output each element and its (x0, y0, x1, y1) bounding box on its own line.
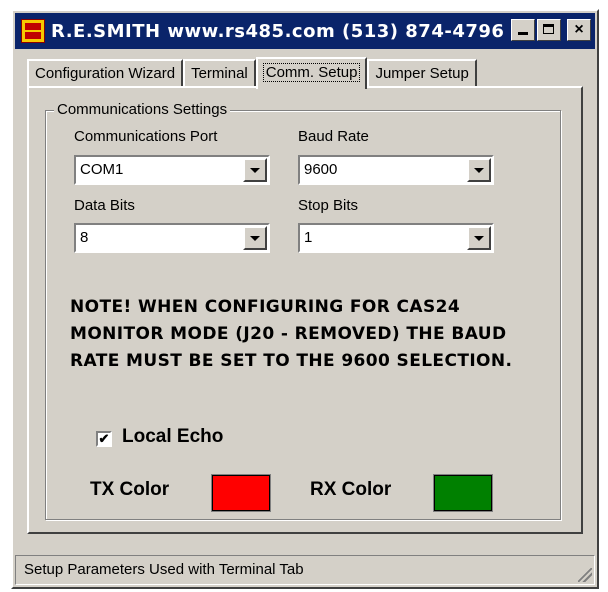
chevron-down-icon[interactable] (243, 226, 267, 250)
data-bits-label: Data Bits (74, 197, 135, 214)
maximize-icon (543, 24, 554, 34)
baud-rate-select[interactable]: 9600 (298, 155, 494, 185)
minimize-button[interactable] (511, 19, 535, 41)
group-title: Communications Settings (54, 101, 231, 118)
app-logo-icon[interactable] (21, 19, 45, 43)
tab-comm-setup[interactable]: Comm. Setup (255, 57, 368, 89)
port-value: COM1 (80, 161, 124, 178)
chevron-down-icon[interactable] (467, 226, 491, 250)
maximize-button[interactable] (537, 19, 561, 41)
tx-color-label: TX Color (90, 479, 170, 500)
tab-strip: Configuration Wizard Terminal Comm. Setu… (27, 55, 477, 89)
window-title: R.E.SMITH www.rs485.com (513) 874-4796 (51, 20, 505, 42)
close-button[interactable]: × (567, 19, 591, 41)
chevron-down-icon[interactable] (467, 158, 491, 182)
window-controls: × (511, 19, 591, 41)
note-line: MONITOR MODE (J20 - REMOVED) THE BAUD (70, 324, 507, 344)
tx-color-swatch[interactable] (211, 474, 271, 512)
tab-jumper-setup[interactable]: Jumper Setup (367, 59, 477, 87)
close-icon: × (574, 21, 584, 38)
checkmark-icon: ✔ (98, 431, 110, 446)
status-bar: Setup Parameters Used with Terminal Tab (15, 555, 595, 585)
data-bits-value: 8 (80, 229, 89, 246)
rx-color-swatch[interactable] (433, 474, 493, 512)
stop-bits-value: 1 (304, 229, 313, 246)
tab-terminal[interactable]: Terminal (183, 59, 256, 87)
stop-bits-label: Stop Bits (298, 197, 359, 214)
chevron-down-icon[interactable] (243, 158, 267, 182)
cas24-note: NOTE! WHEN CONFIGURING FOR CAS24 MONITOR… (70, 294, 560, 375)
note-line: NOTE! WHEN CONFIGURING FOR CAS24 (70, 297, 461, 317)
status-text: Setup Parameters Used with Terminal Tab (24, 561, 304, 578)
port-label: Communications Port (74, 128, 218, 145)
comm-setup-panel: Communications Settings Communications P… (27, 86, 583, 534)
baud-rate-value: 9600 (304, 161, 338, 178)
baud-rate-label: Baud Rate (298, 128, 369, 145)
title-bar[interactable]: R.E.SMITH www.rs485.com (513) 874-4796 × (15, 13, 595, 49)
resize-grip-icon[interactable] (578, 568, 592, 582)
note-line: RATE MUST BE SET TO THE 9600 SELECTION. (70, 351, 513, 371)
data-bits-select[interactable]: 8 (74, 223, 270, 253)
communications-settings-group: Communications Settings Communications P… (45, 101, 561, 520)
minimize-icon (518, 32, 528, 35)
local-echo-label[interactable]: Local Echo (122, 426, 223, 448)
local-echo-checkbox[interactable]: ✔ (96, 431, 112, 447)
app-window: R.E.SMITH www.rs485.com (513) 874-4796 ×… (11, 9, 599, 589)
tab-configuration-wizard[interactable]: Configuration Wizard (27, 59, 184, 87)
port-select[interactable]: COM1 (74, 155, 270, 185)
stop-bits-select[interactable]: 1 (298, 223, 494, 253)
rx-color-label: RX Color (310, 479, 392, 500)
